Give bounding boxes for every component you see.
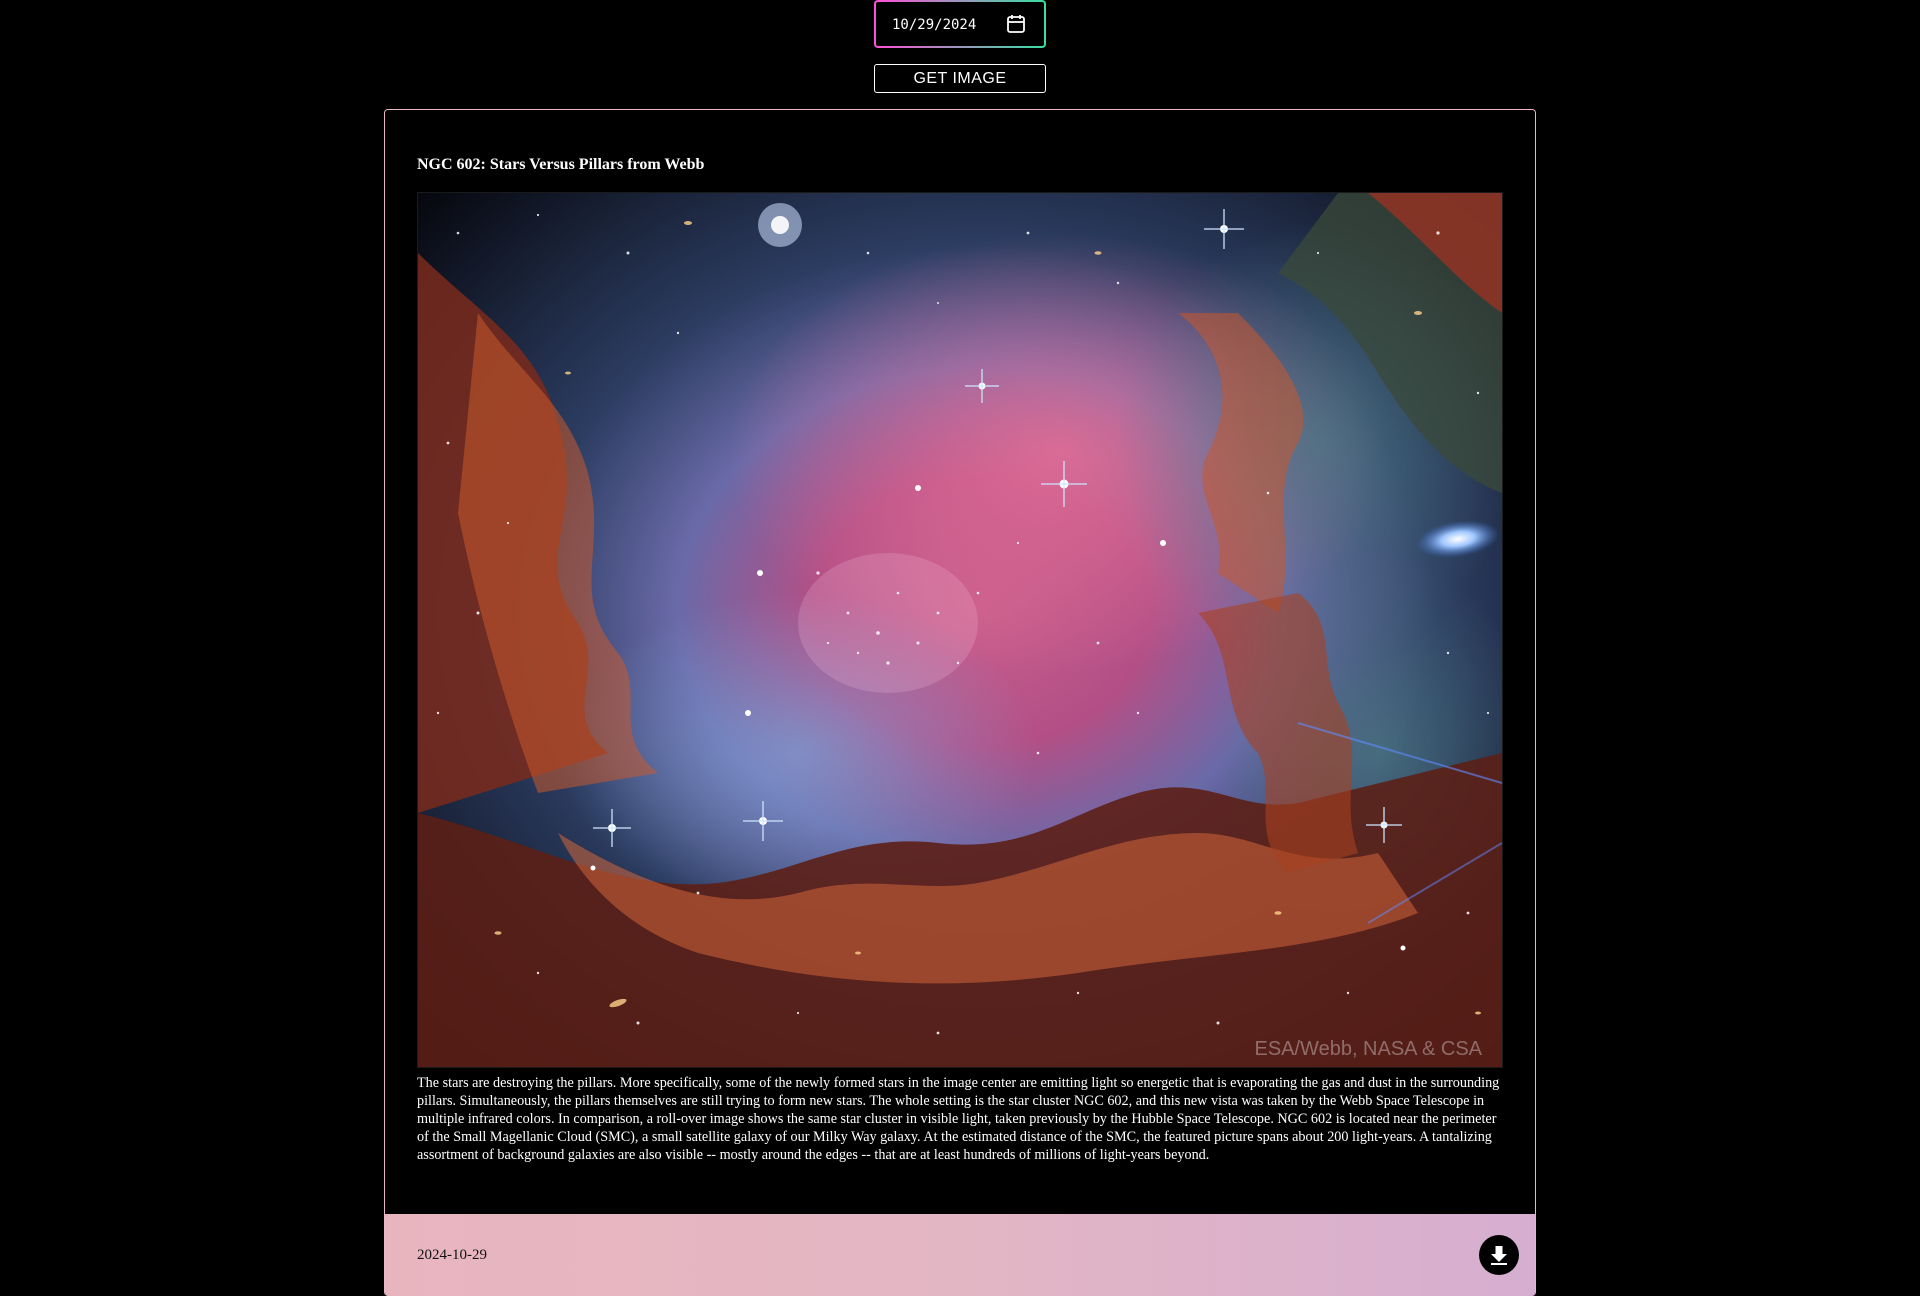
apod-description: The stars are destroying the pillars. Mo… (417, 1075, 1500, 1163)
calendar-icon[interactable] (1004, 12, 1028, 36)
get-image-button[interactable]: GET IMAGE (874, 64, 1046, 93)
download-arrow-icon (1491, 1246, 1507, 1265)
date-input[interactable] (892, 15, 1002, 35)
apod-card-body: NGC 602: Stars Versus Pillars from Webb (385, 110, 1535, 1214)
apod-image: ESA/Webb, NASA & CSA (417, 192, 1503, 1068)
date-picker[interactable] (874, 0, 1046, 48)
apod-card-footer: 2024-10-29 (385, 1214, 1535, 1296)
apod-date: 2024-10-29 (417, 1247, 487, 1263)
image-credit-overlay: ESA/Webb, NASA & CSA (1254, 1038, 1482, 1060)
apod-title: NGC 602: Stars Versus Pillars from Webb (417, 156, 705, 173)
apod-card: NGC 602: Stars Versus Pillars from Webb (384, 109, 1536, 1296)
download-button[interactable] (1479, 1235, 1519, 1275)
image-credit-watermark: ESA/Webb, NASA & CSA (1254, 1038, 1482, 1060)
